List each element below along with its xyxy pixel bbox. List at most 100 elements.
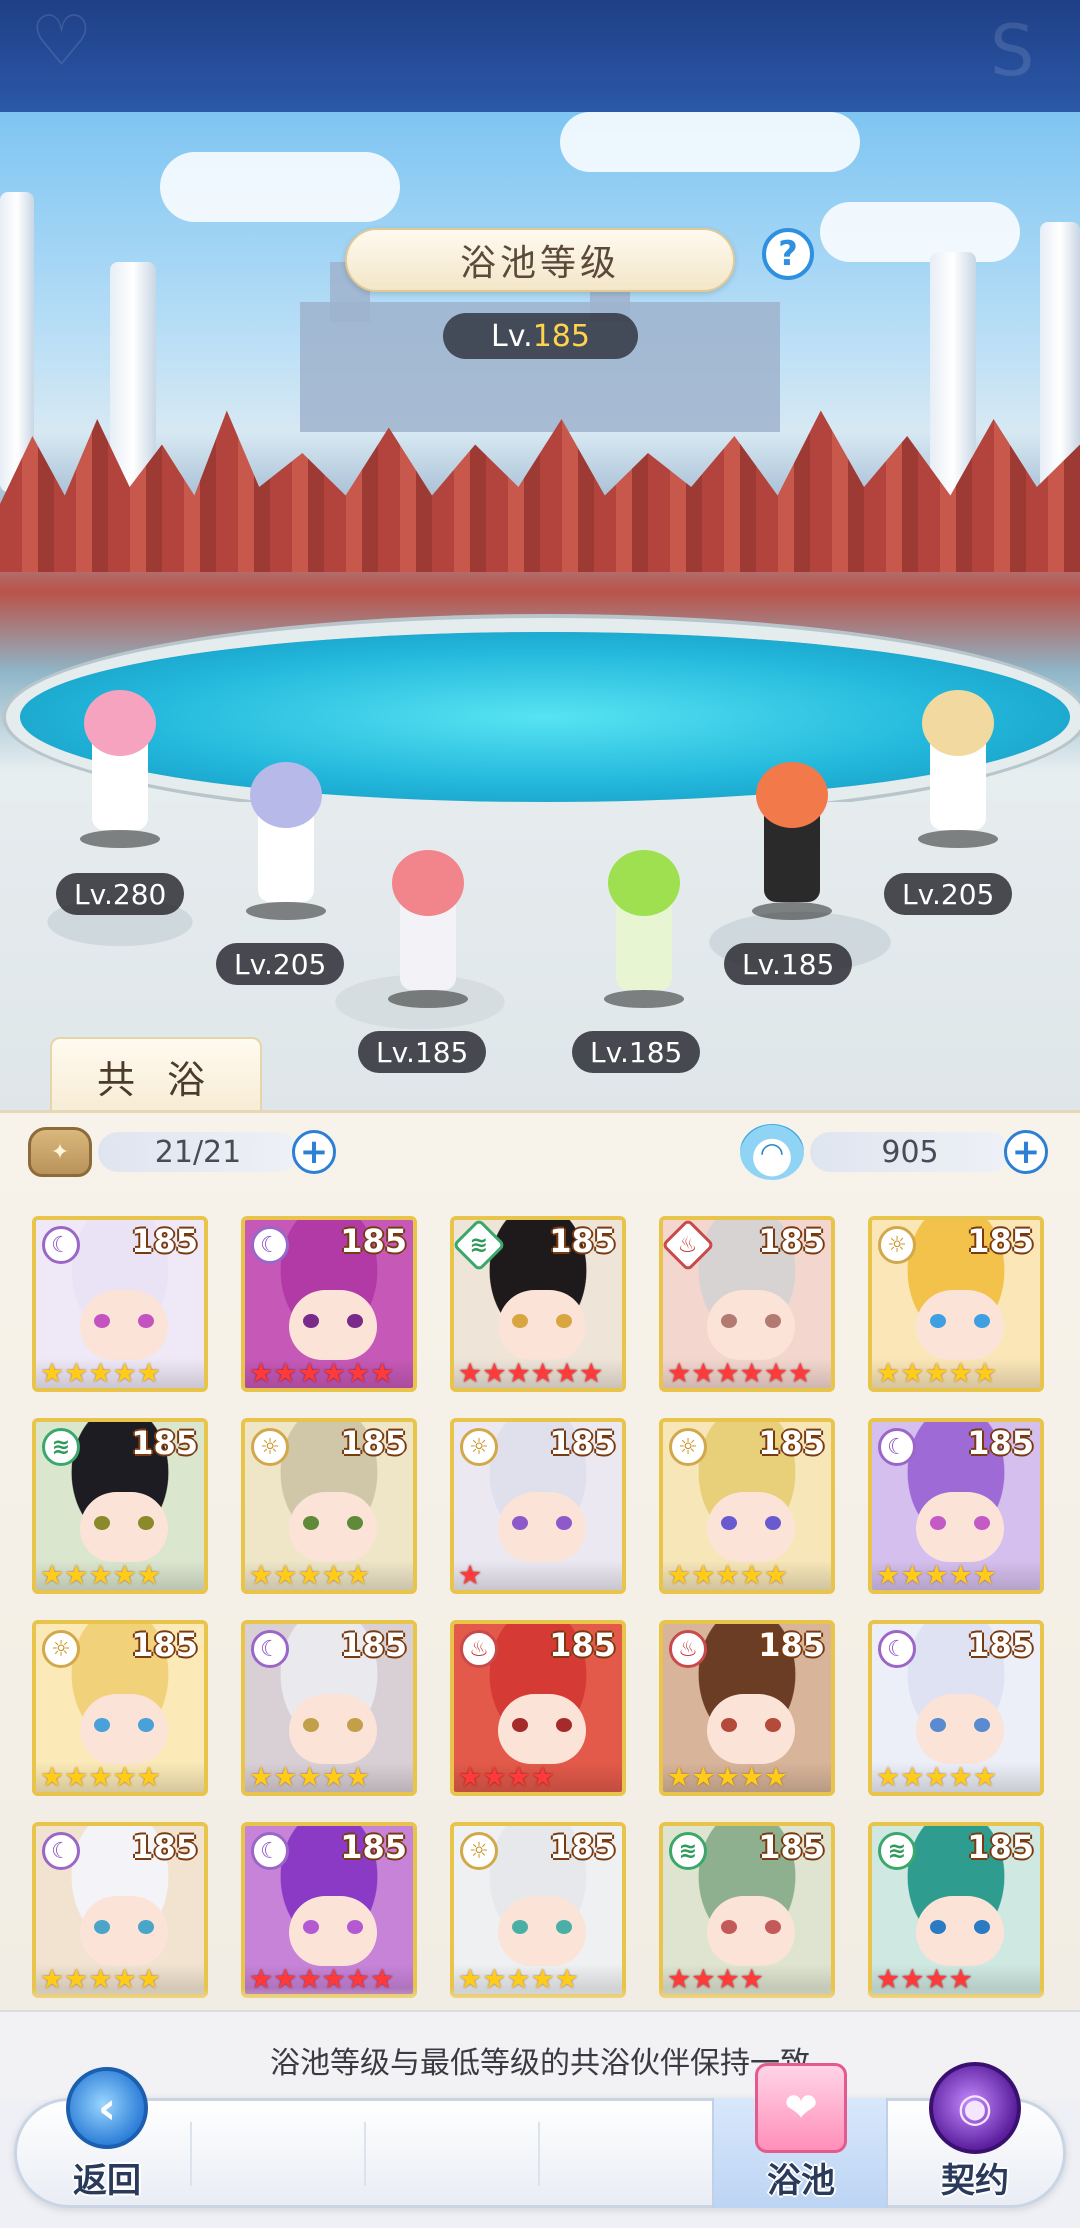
- gold-star-icon: ★: [972, 1761, 998, 1793]
- partner-card[interactable]: ☾ 185 ★ ★ ★ ★ ★ ★: [241, 1216, 417, 1392]
- element-glyph: ☼: [51, 1636, 71, 1662]
- star-rating: ★ ★ ★ ★ ★: [245, 1762, 413, 1792]
- pool-level-value: 185: [532, 318, 590, 354]
- red-star-icon: ★: [249, 1357, 274, 1389]
- gold-star-icon: ★: [876, 1559, 901, 1591]
- gold-star-icon: ★: [64, 1357, 89, 1389]
- partner-card[interactable]: ☾ 185 ★ ★ ★ ★ ★: [32, 1216, 208, 1392]
- star-rating: ★ ★ ★ ★: [454, 1762, 622, 1792]
- eye: [347, 1718, 363, 1732]
- gold-star-icon: ★: [900, 1357, 925, 1389]
- add-currency-button[interactable]: +: [1004, 1130, 1048, 1174]
- pool-nav-button[interactable]: ❤ 浴池: [754, 2063, 848, 2202]
- add-partners-button[interactable]: +: [292, 1130, 336, 1174]
- gold-star-icon: ★: [763, 1761, 789, 1793]
- gold-star-icon: ★: [876, 1761, 901, 1793]
- character-head: [84, 690, 156, 756]
- partner-eyes: [512, 1516, 572, 1530]
- character-shadow: [604, 990, 684, 1008]
- tab-cobath[interactable]: 共 浴: [50, 1037, 262, 1113]
- partner-card[interactable]: ☾ 185 ★ ★ ★ ★ ★: [241, 1620, 417, 1796]
- element-glyph: ☾: [260, 1232, 280, 1258]
- eye: [94, 1718, 110, 1732]
- red-star-icon: ★: [458, 1357, 483, 1389]
- star-rating: ★ ★ ★ ★ ★ ★: [245, 1358, 413, 1388]
- partner-eyes: [94, 1718, 154, 1732]
- pool-level-title: 浴池等级: [345, 228, 735, 292]
- eye: [556, 1718, 572, 1732]
- partner-card[interactable]: ☼ 185 ★ ★ ★ ★ ★: [32, 1620, 208, 1796]
- eye: [303, 1516, 319, 1530]
- star-rating: ★ ★ ★ ★ ★: [36, 1358, 204, 1388]
- partner-eyes: [94, 1516, 154, 1530]
- partner-eyes: [303, 1314, 363, 1328]
- red-star-icon: ★: [458, 1559, 483, 1591]
- cloud: [560, 112, 860, 172]
- scene-character[interactable]: [742, 762, 842, 922]
- partner-card[interactable]: ☼ 185 ★ ★ ★ ★ ★: [450, 1822, 626, 1998]
- gold-star-icon: ★: [715, 1559, 740, 1591]
- character-level-badge: Lv.185: [358, 1031, 487, 1073]
- gold-star-icon: ★: [948, 1761, 973, 1793]
- star-rating: ★ ★ ★ ★ ★: [872, 1762, 1040, 1792]
- partner-card[interactable]: ☾ 185 ★ ★ ★ ★ ★: [32, 1822, 208, 1998]
- partner-level: 185: [967, 1626, 1034, 1664]
- red-star-icon: ★: [345, 1357, 371, 1389]
- eye: [138, 1314, 154, 1328]
- partner-card[interactable]: ♨ 185 ★ ★ ★ ★: [450, 1620, 626, 1796]
- help-icon[interactable]: ?: [762, 228, 814, 280]
- partner-level: 185: [758, 1626, 825, 1664]
- partner-card[interactable]: ☼ 185 ★ ★ ★ ★ ★: [659, 1418, 835, 1594]
- partner-card[interactable]: ☾ 185 ★ ★ ★ ★ ★: [868, 1620, 1044, 1796]
- element-glyph: ☾: [51, 1838, 71, 1864]
- contract-nav-button[interactable]: ◉ 契约: [928, 2062, 1022, 2202]
- star-rating: ★ ★ ★ ★ ★: [36, 1560, 204, 1590]
- red-star-icon: ★: [554, 1357, 580, 1389]
- partner-level: 185: [758, 1424, 825, 1462]
- eye: [556, 1314, 572, 1328]
- gold-star-icon: ★: [876, 1357, 901, 1389]
- gold-star-icon: ★: [948, 1559, 973, 1591]
- element-glyph: ☼: [469, 1838, 489, 1864]
- pool-level-badge: Lv. 185: [443, 313, 638, 359]
- red-star-icon: ★: [321, 1357, 346, 1389]
- gold-star-icon: ★: [924, 1357, 949, 1389]
- partner-card[interactable]: ♨ 185 ★ ★ ★ ★ ★: [659, 1620, 835, 1796]
- star-rating: ★ ★ ★ ★ ★ ★: [663, 1358, 831, 1388]
- red-star-icon: ★: [506, 1761, 531, 1793]
- partner-card[interactable]: ≋ 185 ★ ★ ★ ★ ★: [32, 1418, 208, 1594]
- star-rating: ★ ★ ★ ★ ★ ★: [454, 1358, 622, 1388]
- divider: [190, 2122, 192, 2186]
- partner-card[interactable]: ≋ 185 ★ ★ ★ ★: [659, 1822, 835, 1998]
- partner-card[interactable]: ☼ 185 ★ ★ ★ ★ ★: [868, 1216, 1044, 1392]
- gold-star-icon: ★: [739, 1559, 764, 1591]
- partner-card[interactable]: ≋ 185 ★ ★ ★ ★ ★ ★: [450, 1216, 626, 1392]
- partner-card[interactable]: ☼ 185 ★ ★ ★ ★ ★: [241, 1418, 417, 1594]
- partner-card[interactable]: ☼ 185 ★: [450, 1418, 626, 1594]
- partner-card[interactable]: ♨ 185 ★ ★ ★ ★ ★ ★: [659, 1216, 835, 1392]
- gold-star-icon: ★: [88, 1559, 113, 1591]
- scene-character[interactable]: [236, 762, 336, 922]
- partner-level: 185: [967, 1222, 1034, 1260]
- red-star-icon: ★: [370, 1357, 395, 1389]
- scene-character[interactable]: [908, 690, 1008, 850]
- partner-level: 185: [967, 1828, 1034, 1866]
- partner-level: 185: [549, 1828, 616, 1866]
- gift-box-icon: ❤: [755, 2063, 847, 2153]
- bunny-icon: ◠: [740, 1124, 804, 1180]
- gold-star-icon: ★: [297, 1559, 322, 1591]
- moon-element-icon: ☾: [251, 1226, 289, 1264]
- scene-character[interactable]: [594, 850, 694, 1010]
- scene-character[interactable]: [70, 690, 170, 850]
- scene-character[interactable]: [378, 850, 478, 1010]
- back-button[interactable]: ‹ 返回: [60, 2063, 154, 2202]
- partner-level: 185: [131, 1222, 198, 1260]
- partner-card[interactable]: ≋ 185 ★ ★ ★ ★: [868, 1822, 1044, 1998]
- character-head: [250, 762, 322, 828]
- partner-card[interactable]: ☾ 185 ★ ★ ★ ★ ★: [868, 1418, 1044, 1594]
- partner-eyes: [512, 1718, 572, 1732]
- partner-card[interactable]: ☾ 185 ★ ★ ★ ★ ★ ★: [241, 1822, 417, 1998]
- wind-element-icon: ≋: [42, 1428, 80, 1466]
- gold-star-icon: ★: [715, 1761, 740, 1793]
- partner-level: 185: [758, 1222, 825, 1260]
